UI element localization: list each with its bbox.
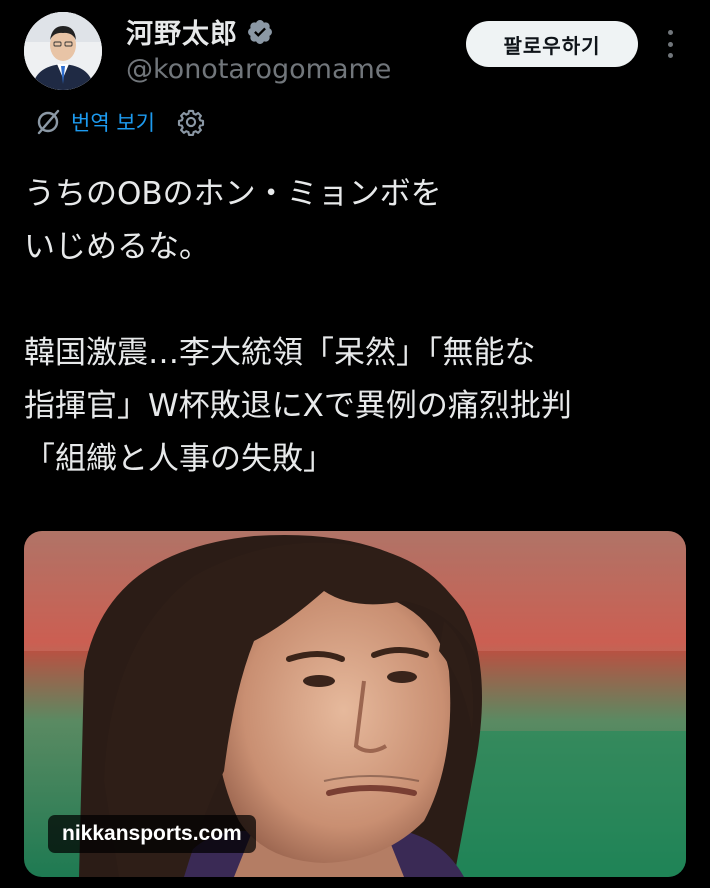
author-avatar[interactable]: [24, 12, 102, 90]
author-handle[interactable]: @konotarogomame: [126, 54, 391, 85]
author-display-name[interactable]: 河野太郎: [126, 12, 238, 51]
verified-badge-icon: [246, 18, 274, 46]
avatar-photo: [24, 12, 102, 90]
translate-link[interactable]: 번역 보기: [71, 107, 155, 137]
more-dot: [667, 53, 673, 58]
author-name-row[interactable]: 河野太郎: [126, 12, 274, 51]
link-card-image[interactable]: nikkansports.com: [24, 531, 686, 877]
gear-icon[interactable]: [177, 108, 205, 136]
more-vertical-icon[interactable]: [660, 26, 680, 62]
translate-icon[interactable]: [33, 107, 63, 137]
follow-button[interactable]: 팔로우하기: [466, 21, 638, 67]
link-source-badge[interactable]: nikkansports.com: [48, 815, 256, 853]
tweet-text: うちのOBのホン・ミョンボを いじめるな。 韓国激震…李大統領「呆然」「無能な …: [24, 176, 572, 477]
more-dot: [667, 41, 673, 47]
more-dot: [667, 30, 673, 35]
translate-row: 번역 보기: [33, 107, 205, 137]
